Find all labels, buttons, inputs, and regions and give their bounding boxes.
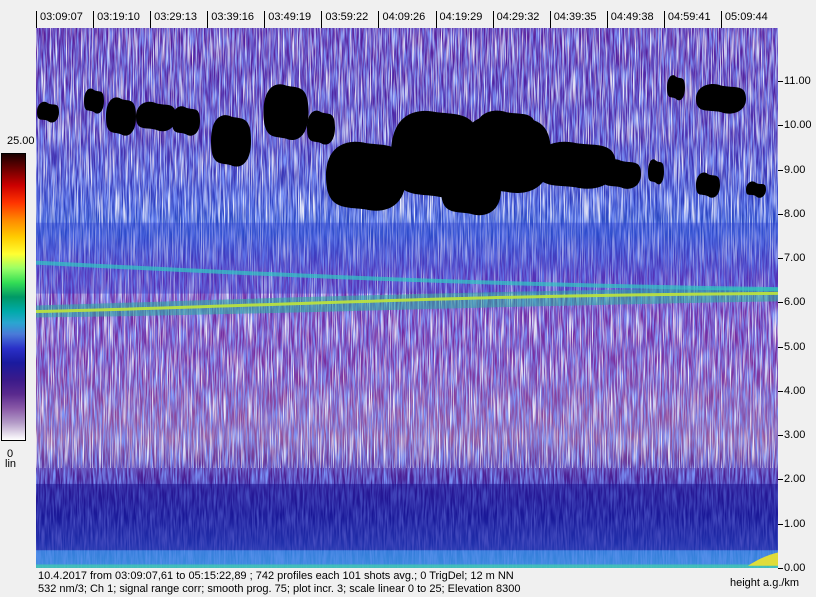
- time-tick: [663, 11, 665, 28]
- height-tick: [778, 568, 783, 569]
- time-axis: 03:09:07 03:19:10 03:29:13 03:39:16 03:49:19…: [36, 6, 778, 28]
- time-tick-label: 04:59:41: [667, 11, 711, 23]
- time-tick: [36, 11, 37, 28]
- height-tick-label: 2.00: [784, 473, 806, 486]
- colorbar: [1, 153, 26, 441]
- height-axis: 0.00 1.00 2.00 3.00 4.00 5.00 6.00 7.00 8.00 9.00…: [778, 28, 816, 574]
- time-tick-label: 04:49:38: [610, 11, 654, 23]
- height-tick-label: 4.00: [784, 384, 806, 397]
- height-tick-label: 10.00: [784, 119, 812, 132]
- time-tick-label: 04:19:29: [439, 11, 483, 23]
- time-tick-label: 03:09:07: [40, 11, 83, 23]
- cloud-patch: [172, 106, 200, 136]
- cloud-patch: [37, 101, 59, 123]
- height-tick-label: 9.00: [784, 163, 806, 176]
- cloud-main: [441, 163, 501, 216]
- time-tick: [150, 11, 152, 28]
- height-tick: [778, 169, 783, 171]
- height-tick-label: 3.00: [784, 429, 806, 442]
- time-tick-label: 03:19:10: [97, 11, 140, 23]
- height-tick: [778, 302, 783, 304]
- cloud-patch: [696, 172, 720, 198]
- height-tick-label: 1.00: [784, 517, 806, 530]
- time-tick: [264, 11, 266, 28]
- cloud-patch: [136, 101, 176, 132]
- time-tick-label: 05:09:44: [724, 11, 768, 23]
- height-tick: [778, 435, 783, 437]
- time-tick: [435, 11, 437, 28]
- time-tick: [492, 11, 494, 28]
- cloud-patch: [696, 84, 746, 114]
- cloud-patch: [106, 97, 136, 136]
- time-tick-label: 03:39:16: [211, 11, 255, 23]
- time-tick: [378, 11, 380, 28]
- height-tick: [778, 390, 783, 392]
- time-tick-label: 03:49:19: [268, 11, 312, 23]
- cloud-patch: [84, 88, 104, 114]
- time-tick: [549, 11, 551, 28]
- height-tick-label: 5.00: [784, 340, 806, 353]
- height-tick-label: 8.00: [784, 207, 806, 220]
- time-tick-label: 04:09:26: [382, 11, 426, 23]
- height-tick: [778, 213, 783, 215]
- time-tick-label: 04:39:35: [553, 11, 597, 23]
- ground-band: [36, 564, 778, 568]
- y-axis-unit-label: height a.g./km: [730, 577, 800, 589]
- time-tick-label: 03:29:13: [154, 11, 197, 23]
- near-ground-band: [36, 550, 778, 566]
- boundary-layer-band: [36, 483, 778, 551]
- colorbar-unit-label: lin: [5, 458, 17, 470]
- footer-info-line-2: 532 nm/3; Ch 1; signal range corr; smoot…: [38, 583, 521, 595]
- time-tick: [720, 11, 722, 28]
- height-tick-label: 6.00: [784, 296, 806, 309]
- height-tick-label: 7.00: [784, 252, 806, 265]
- time-tick: [321, 11, 323, 28]
- time-tick: [606, 11, 608, 28]
- colorbar-max-label: 25.00: [7, 135, 35, 147]
- height-tick-label: 0.00: [784, 562, 806, 574]
- cloud-main: [601, 159, 641, 189]
- upper-blue-band: [36, 222, 778, 294]
- cloud-patch: [307, 110, 335, 145]
- cloud-patch: [263, 84, 309, 140]
- time-tick: [93, 11, 95, 28]
- time-tick: [207, 11, 209, 28]
- height-tick: [778, 346, 783, 348]
- cloud-patch: [648, 159, 664, 185]
- time-tick-label: 03:59:22: [325, 11, 369, 23]
- height-tick: [778, 479, 783, 481]
- footer-info-line-1: 10.4.2017 from 03:09:07,61 to 05:15:22,8…: [38, 570, 514, 582]
- cloud-main: [476, 110, 536, 149]
- height-tick: [778, 125, 783, 127]
- height-tick: [778, 258, 783, 260]
- cloud-patch: [667, 75, 685, 101]
- lidar-heatmap: [36, 28, 778, 568]
- time-tick-label: 04:29:32: [496, 11, 540, 23]
- height-tick-label: 11.00: [784, 75, 811, 88]
- height-tick: [778, 523, 783, 525]
- height-tick: [778, 81, 783, 83]
- cloud-patch: [211, 115, 251, 167]
